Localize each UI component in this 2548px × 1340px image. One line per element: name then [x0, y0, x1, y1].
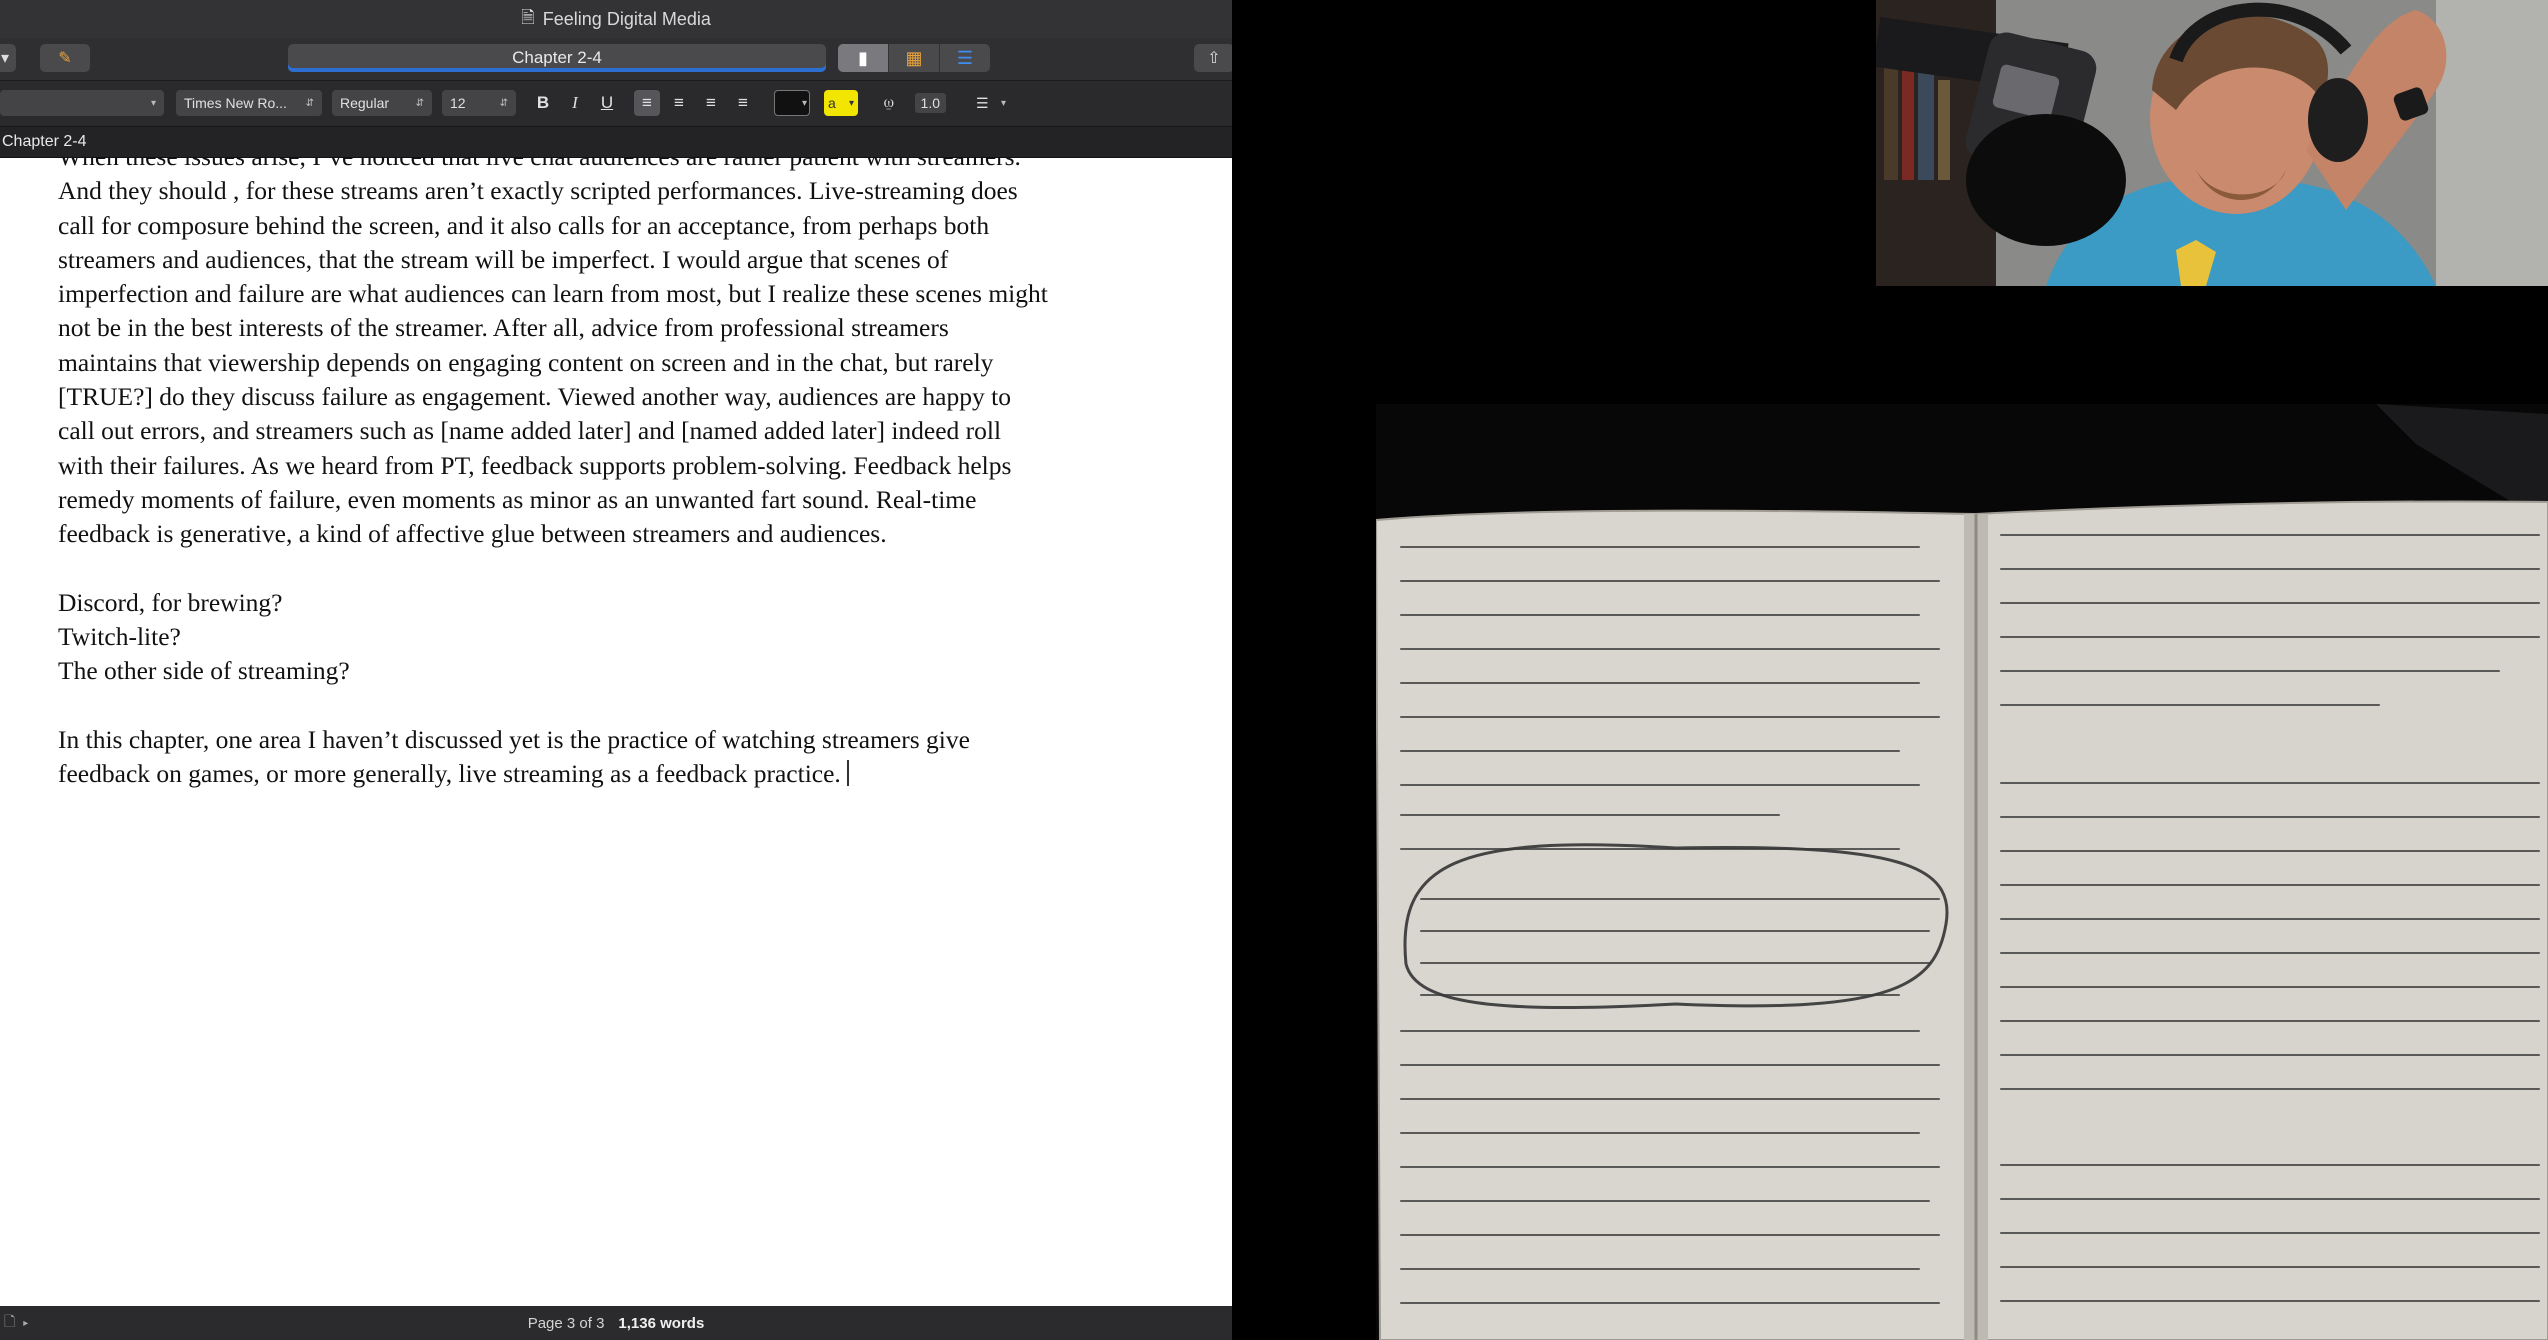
- line-spacing-icon: ⍹: [884, 94, 894, 111]
- bold-icon[interactable]: B: [530, 90, 556, 116]
- page-indicator: Page 3 of 3: [527, 1314, 605, 1332]
- webcam-image: [1876, 0, 2548, 286]
- highlight-color-well[interactable]: a ▾: [824, 90, 858, 116]
- window-title: Feeling Digital Media: [542, 8, 711, 29]
- note-line: The other side of streaming?: [58, 656, 350, 686]
- text-line: maintains that viewership depends on eng…: [58, 347, 994, 377]
- text-line: [TRUE?] do they discuss failure as engag…: [58, 382, 1011, 412]
- footer-left-controls: 🗋 ▸: [4, 1306, 28, 1340]
- underline-icon[interactable]: U: [594, 90, 620, 116]
- font-size-select[interactable]: 12 ⇵: [442, 90, 516, 116]
- format-bar: ▾ Times New Ro... ⇵ Regular ⇵ 12 ⇵ B I U ≡ …: [0, 81, 1232, 127]
- paragraph-2: In this chapter, one area I haven’t disc…: [58, 723, 1178, 792]
- text-line: streamers and audiences, that the stream…: [58, 244, 949, 274]
- status-footer: 🗋 ▸ Page 3 of 3 1,136 words: [0, 1306, 1232, 1340]
- text-caret: [846, 760, 849, 787]
- text-line: not be in the best interests of the stre…: [58, 313, 949, 343]
- text-line: When these issues arise, I’ve noticed th…: [58, 158, 1178, 174]
- webcam-feed: [1876, 0, 2548, 286]
- view-mode-control: ▮ ▦ ☰: [838, 44, 990, 72]
- editor-header-title: Chapter 2-4: [2, 133, 87, 150]
- outline-icon[interactable]: ☰: [940, 44, 990, 72]
- document-icon[interactable]: 🗋: [4, 1311, 15, 1335]
- align-left-icon[interactable]: ≡: [634, 90, 660, 116]
- corkboard-icon[interactable]: ▦: [889, 44, 940, 72]
- note-line: Twitch-lite?: [58, 622, 181, 652]
- main-toolbar: ▾ ✎ Chapter 2-4 ▮ ▦ ☰ ⇧: [0, 38, 1232, 81]
- font-style-value: Regular: [340, 95, 390, 111]
- compose-icon: ✎: [58, 50, 72, 67]
- line-spacing-select[interactable]: ⍹ 1.0: [876, 90, 954, 116]
- compose-button[interactable]: ✎: [40, 44, 90, 72]
- document-title-label: Chapter 2-4: [512, 48, 602, 67]
- font-size-value: 12: [450, 95, 466, 111]
- editor-text-area[interactable]: When these issues arise, I’ve noticed th…: [0, 158, 1232, 1306]
- align-center-icon[interactable]: ≡: [666, 90, 692, 116]
- word-count: 1,136 words: [618, 1314, 705, 1332]
- text-line: with their failures. As we heard from PT…: [58, 450, 1012, 480]
- scrivener-window: 🗎 Feeling Digital Media ▾ ✎ Chapter 2-4 …: [0, 0, 1232, 1340]
- text-line: In this chapter, one area I haven’t disc…: [58, 725, 970, 755]
- notes-block: Discord, for brewing? Twitch-lite? The o…: [58, 586, 1178, 689]
- note-line: Discord, for brewing?: [58, 587, 283, 617]
- window-titlebar: 🗎 Feeling Digital Media: [0, 0, 1232, 38]
- justify-icon[interactable]: ≡: [730, 90, 756, 116]
- text-line-content: feedback on games, or more generally, li…: [58, 759, 841, 789]
- document-icon: 🗎: [521, 7, 535, 27]
- document-title-field[interactable]: Chapter 2-4: [288, 44, 826, 72]
- chevron-left-icon[interactable]: ▾: [0, 44, 16, 72]
- font-style-select[interactable]: Regular ⇵: [332, 90, 432, 116]
- chevron-right-icon[interactable]: ▸: [23, 1318, 28, 1329]
- editor-header-bar: Chapter 2-4: [0, 127, 1232, 158]
- font-family-select[interactable]: Times New Ro... ⇵: [176, 90, 322, 116]
- paragraph-style-select[interactable]: ▾: [0, 90, 164, 116]
- line-spacing-value: 1.0: [914, 93, 946, 113]
- text-line: feedback is generative, a kind of affect…: [58, 519, 887, 549]
- text-line: remedy moments of failure, even moments …: [58, 484, 977, 514]
- manuscript-text[interactable]: When these issues arise, I’ve noticed th…: [58, 158, 1178, 826]
- share-icon[interactable]: ⇧: [1194, 44, 1232, 72]
- align-right-icon[interactable]: ≡: [698, 90, 724, 116]
- text-color-well[interactable]: ▾: [774, 90, 810, 116]
- highlight-label: a: [828, 95, 836, 111]
- text-line: imperfection and failure are what audien…: [58, 279, 1048, 309]
- paragraph-1: When these issues arise, I’ve noticed th…: [58, 158, 1178, 552]
- italic-icon[interactable]: I: [562, 90, 588, 116]
- text-line: call for composure behind the screen, an…: [58, 210, 990, 240]
- text-line: call out errors, and streamers such as […: [58, 416, 1002, 446]
- font-family-value: Times New Ro...: [184, 95, 287, 111]
- text-line: And they should , for these streams aren…: [58, 176, 1018, 206]
- document-camera-feed: [1376, 404, 2548, 1340]
- list-icon[interactable]: ☰ ▾: [968, 90, 1014, 116]
- text-line: feedback on games, or more generally, li…: [58, 757, 1178, 791]
- single-document-view-icon[interactable]: ▮: [838, 44, 889, 72]
